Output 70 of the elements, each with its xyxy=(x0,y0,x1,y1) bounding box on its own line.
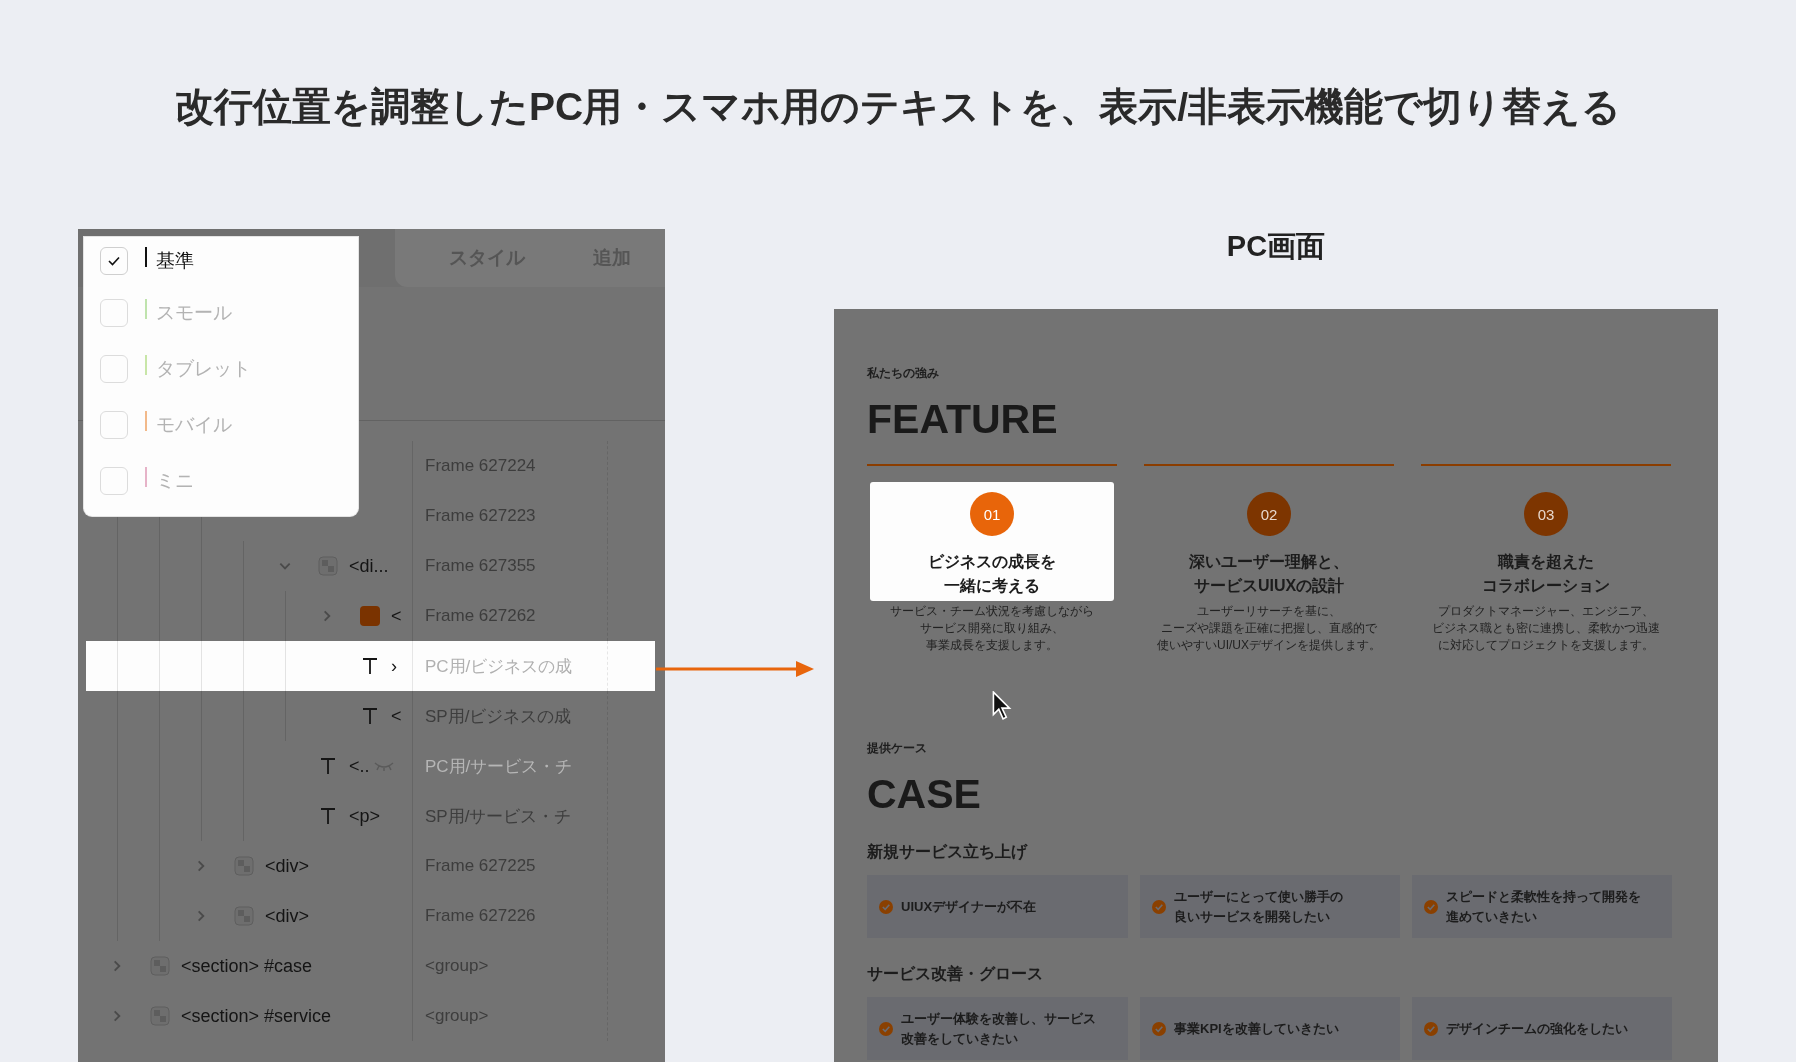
feature-description: 事業成長を支援します。 xyxy=(925,637,1059,654)
text-type-icon xyxy=(360,656,380,676)
layer-name: › xyxy=(391,655,397,677)
mouse-cursor-icon xyxy=(991,691,1013,721)
number-badge: 03 xyxy=(1524,492,1568,536)
layer-name: <div> xyxy=(265,905,310,927)
breakpoint-label: モバイル xyxy=(156,413,232,437)
check-icon xyxy=(1152,1021,1166,1036)
section-eyebrow: 提供ケース xyxy=(867,740,928,756)
case-item: スピードと柔軟性を持って開発を 進めていきたい xyxy=(1412,875,1672,938)
text-type-icon xyxy=(318,806,338,826)
breakpoint-label: 基準 xyxy=(156,249,194,273)
section-heading: CASE xyxy=(867,770,982,818)
check-icon xyxy=(879,899,893,914)
checkbox[interactable] xyxy=(100,411,128,439)
check-icon xyxy=(879,1021,893,1036)
layer-row[interactable]: <.. PC用/サービス・チ xyxy=(78,741,665,791)
feature-title: コラボレーション xyxy=(1482,576,1610,596)
layer-name: <div> xyxy=(265,855,310,877)
feature-description: に対応してプロジェクトを支援します。 xyxy=(1437,637,1655,654)
layer-label: PC用/ビジネスの成 xyxy=(425,655,573,678)
layer-label: PC用/サービス・チ xyxy=(425,755,573,778)
checkbox[interactable] xyxy=(100,467,128,495)
page-title: 改行位置を調整したPC用・スマホ用のテキストを、表示/非表示機能で切り替える xyxy=(175,85,1621,129)
layer-name: < xyxy=(391,605,402,627)
feature-description: サービス開発に取り組み、 xyxy=(919,620,1065,637)
breakpoint-label: スモール xyxy=(156,301,232,325)
case-item: ユーザーにとって使い勝手の 良いサービスを開発したい xyxy=(1140,875,1400,938)
check-icon xyxy=(1424,899,1438,914)
case-item: 事業KPIを改善していきたい xyxy=(1140,997,1400,1060)
feature-description: ビジネス職とも密に連携し、柔軟かつ迅速 xyxy=(1431,620,1661,637)
layer-name: <p> xyxy=(349,805,381,827)
section-heading: FEATURE xyxy=(867,395,1059,443)
case-item: UIUXデザイナーが不在 xyxy=(867,875,1128,938)
feature-title: 深いユーザー理解と、 xyxy=(1189,552,1349,572)
feature-description: プロダクトマネージャー、エンジニア、 xyxy=(1437,603,1655,620)
check-icon xyxy=(1152,899,1166,914)
text-type-icon xyxy=(318,756,338,776)
number-badge: 02 xyxy=(1247,492,1291,536)
checkbox[interactable] xyxy=(100,299,128,327)
section-eyebrow: 私たちの強み xyxy=(867,365,940,381)
layer-name: < xyxy=(391,705,402,727)
layer-row[interactable]: › PC用/ビジネスの成 xyxy=(86,641,655,691)
feature-description: サービス・チーム状況を考慮しながら xyxy=(889,603,1095,620)
layer-name: <section> #service xyxy=(181,1005,332,1027)
eye-closed-icon[interactable] xyxy=(372,760,395,772)
breakpoint-label: ミニ xyxy=(156,469,194,493)
feature-title: ビジネスの成長を xyxy=(928,552,1056,572)
feature-title: 一緒に考える xyxy=(943,576,1041,596)
text-type-icon xyxy=(360,706,380,726)
feature-title: サービスUIUXの設計 xyxy=(1192,576,1346,596)
check-icon xyxy=(1424,1021,1438,1036)
case-item: ユーザー体験を改善し、サービス 改善をしていきたい xyxy=(867,997,1128,1060)
layer-name: <.. xyxy=(349,755,370,777)
case-group-title: サービス改善・グロース xyxy=(867,964,1044,984)
preview-heading: PC画面 xyxy=(1225,229,1327,263)
feature-description: ユーザーリサーチを基に、 xyxy=(1196,603,1342,620)
arrow-icon xyxy=(656,659,816,679)
case-item: デザインチームの強化をしたい xyxy=(1412,997,1672,1060)
feature-description: 使いやすいUI/UXデザインを提供します。 xyxy=(1156,637,1382,654)
feature-description: ニーズや課題を正確に把握し、直感的で xyxy=(1160,620,1378,637)
checkbox[interactable] xyxy=(100,355,128,383)
layer-name: <di... xyxy=(349,555,389,577)
layer-name: <section> #case xyxy=(181,955,313,977)
checkmark-icon xyxy=(107,254,121,268)
number-badge: 01 xyxy=(970,492,1014,536)
case-group-title: 新規サービス立ち上げ xyxy=(867,842,1029,862)
feature-title: 職責を超えた xyxy=(1496,552,1595,572)
checkbox[interactable] xyxy=(100,247,128,275)
breakpoint-label: タブレット xyxy=(156,357,251,381)
